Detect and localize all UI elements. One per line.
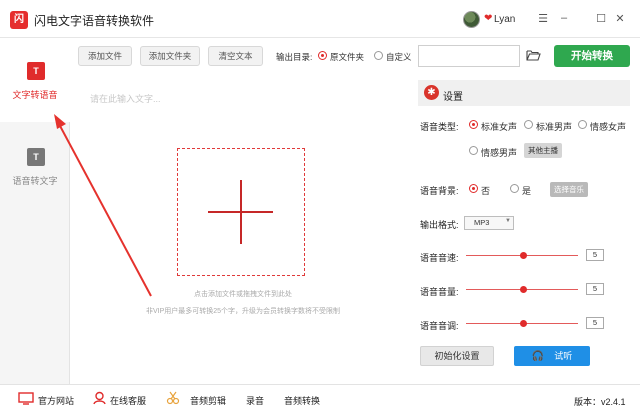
pitch-label: 语音音调: [420,321,459,331]
clear-text-button[interactable]: 清空文本 [208,46,263,66]
speed-slider-thumb[interactable] [520,252,527,259]
volume-slider-thumb[interactable] [520,286,527,293]
drop-hint: 点击添加文件或拖拽文件到此处 [194,291,292,298]
text-to-speech-icon: T [27,62,45,80]
voice-type-label: 语音类型: [420,122,459,132]
settings-title: 设置 [443,92,463,103]
audio-edit-link[interactable]: 音频剪辑 [190,394,226,407]
reset-settings-button[interactable]: 初始化设置 [420,346,494,366]
voice-standard-female-label: 标准女声 [481,122,518,132]
background-no-label: 否 [481,186,491,196]
voice-emotional-male-radio[interactable] [469,146,478,155]
volume-label: 语音音量: [420,287,459,297]
preview-button[interactable]: 🎧 试听 [514,346,590,366]
chevron-down-icon: ▼ [505,218,511,224]
support-icon [93,391,106,405]
maximize-icon[interactable]: ☐ [594,12,608,25]
add-folder-button[interactable]: 添加文件夹 [140,46,200,66]
format-label: 输出格式: [420,220,459,230]
voice-standard-male-radio[interactable] [524,120,533,129]
close-icon[interactable]: ✕ [613,12,627,25]
voice-standard-female-radio[interactable] [469,120,478,129]
background-yes-label: 是 [522,186,532,196]
choose-music-button[interactable]: 选择音乐 [550,182,588,197]
gear-icon: ✱ [424,85,439,100]
username[interactable]: Lyan [494,14,515,25]
background-yes-radio[interactable] [510,184,519,193]
speed-label: 语音音速: [420,253,459,263]
online-support-link[interactable]: 在线客服 [110,394,146,407]
preview-label: 试听 [554,351,573,361]
minimize-icon[interactable]: – [557,12,571,24]
speech-to-text-icon: T [27,148,45,166]
custom-folder-radio[interactable] [374,51,383,60]
official-website-link[interactable]: 官方网站 [38,394,74,407]
avatar[interactable] [463,11,480,28]
original-folder-label: 原文件夹 [330,52,365,62]
sidebar-item-speech-to-text[interactable]: T 语音转文字 [0,126,70,210]
record-link[interactable]: 录音 [246,394,264,407]
scissors-icon [166,391,180,405]
plus-icon-vertical [240,180,242,244]
version-label: 版本：v2.4.1 [574,397,626,407]
audio-convert-link[interactable]: 音频转换 [284,394,320,407]
voice-standard-male-label: 标准男声 [536,122,573,132]
background-label: 语音背景: [420,186,459,196]
app-title: 闪电文字语音转换软件 [34,14,155,28]
headphones-icon: 🎧 [531,351,545,362]
add-file-button[interactable]: 添加文件 [78,46,132,66]
pitch-slider-thumb[interactable] [520,320,527,327]
other-anchor-button[interactable]: 其他主播 [524,143,562,158]
folder-icon[interactable] [526,49,541,61]
voice-emotional-female-label: 情感女声 [590,122,627,132]
pitch-value[interactable]: 5 [586,317,604,329]
voice-emotional-female-radio[interactable] [578,120,587,129]
text-placeholder: 请在此输入文字... [90,94,161,104]
vip-heart-icon: ❤ [484,13,493,24]
sidebar-item-label: 语音转文字 [12,176,58,186]
vip-limit-hint: 非VIP用户最多可转换25个字，升级为会员转换字数将不受限制 [145,308,341,315]
sidebar-item-text-to-speech[interactable]: T 文字转语音 [0,38,70,122]
output-dir-label: 输出目录: [276,52,313,62]
volume-value[interactable]: 5 [586,283,604,295]
voice-emotional-male-label: 情感男声 [481,148,518,158]
monitor-icon [18,392,34,405]
background-no-radio[interactable] [469,184,478,193]
app-logo: 闪 [10,11,28,29]
speed-value[interactable]: 5 [586,249,604,261]
original-folder-radio[interactable] [318,51,327,60]
output-path-input[interactable] [418,45,520,67]
start-convert-button[interactable]: 开始转换 [554,45,630,67]
custom-folder-label: 自定义 [386,52,412,62]
menu-icon[interactable]: ☰ [536,12,550,25]
sidebar-item-label: 文字转语音 [12,90,58,100]
